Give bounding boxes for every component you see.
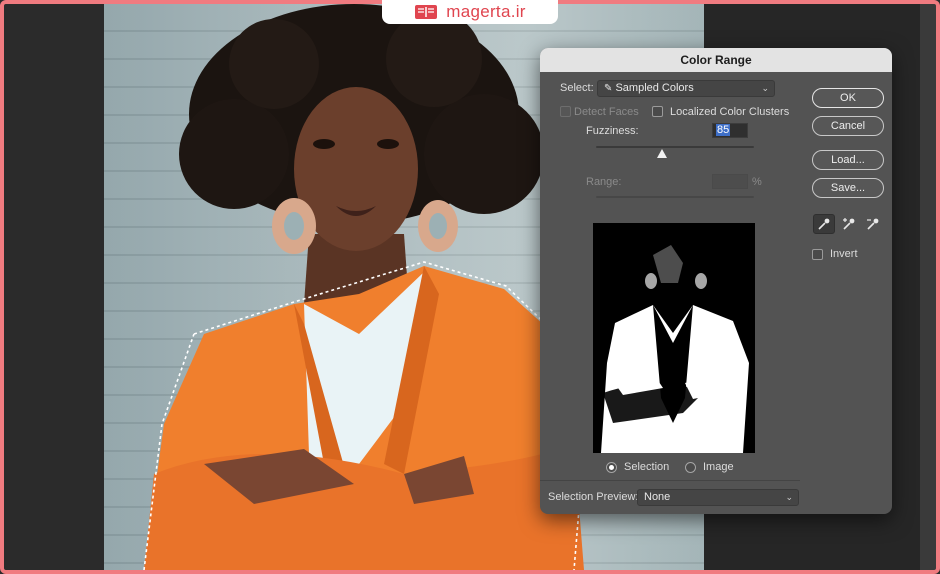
chevron-down-icon: ⌄ xyxy=(761,83,769,93)
panel-scroll-edge xyxy=(920,4,936,570)
selection-mask xyxy=(601,245,749,453)
fuzziness-slider-thumb[interactable] xyxy=(657,149,668,158)
radio-selection-label: Selection xyxy=(624,461,670,473)
dialog-title: Color Range xyxy=(680,53,752,67)
fuzziness-label: Fuzziness: xyxy=(586,125,639,137)
detect-faces-label: Detect Faces xyxy=(574,106,639,118)
radio-selection[interactable] xyxy=(606,462,617,473)
cancel-button[interactable]: Cancel xyxy=(812,116,884,136)
eyedropper-plus-icon xyxy=(843,218,855,230)
selection-preview-dropdown[interactable]: None ⌄ xyxy=(637,489,799,506)
select-label: Select: xyxy=(560,82,594,94)
range-label: Range: xyxy=(586,176,622,188)
selection-preview-value: None xyxy=(644,491,671,503)
range-slider-track[interactable] xyxy=(596,196,754,198)
detect-faces-checkbox[interactable] xyxy=(560,106,571,117)
selection-preview-image xyxy=(593,223,755,453)
watermark-text: magerta.ir xyxy=(446,2,526,21)
save-button[interactable]: Save... xyxy=(812,178,884,198)
eyedropper-icon xyxy=(818,218,830,230)
dialog-title-bar[interactable]: Color Range xyxy=(540,48,892,72)
eyedropper-small-icon: ✎ xyxy=(604,83,613,94)
color-range-dialog: Color Range Select: ✎ Sampled Colors ⌄ D… xyxy=(540,48,892,514)
fuzziness-slider-track[interactable] xyxy=(596,146,754,148)
range-input[interactable] xyxy=(712,174,748,189)
select-dropdown[interactable]: ✎ Sampled Colors ⌄ xyxy=(597,80,775,97)
ok-button[interactable]: OK xyxy=(812,88,884,108)
eyedropper-plus-tool[interactable] xyxy=(838,214,860,234)
localized-color-clusters-checkbox[interactable] xyxy=(652,106,663,117)
eyedropper-minus-icon xyxy=(867,218,879,230)
watermark-banner: magerta.ir xyxy=(382,0,558,24)
select-value: Sampled Colors xyxy=(615,82,694,94)
localized-color-clusters-label: Localized Color Clusters xyxy=(670,106,790,118)
radio-image[interactable] xyxy=(685,462,696,473)
selection-preview-label: Selection Preview: xyxy=(548,491,639,503)
load-button[interactable]: Load... xyxy=(812,150,884,170)
eyedropper-tool[interactable] xyxy=(813,214,835,234)
invert-checkbox[interactable] xyxy=(812,249,823,260)
invert-label: Invert xyxy=(830,248,858,260)
fuzziness-input[interactable]: 85 xyxy=(712,123,748,138)
range-unit: % xyxy=(752,176,762,188)
book-logo-icon xyxy=(415,5,438,19)
eyedropper-minus-tool[interactable] xyxy=(862,214,884,234)
divider xyxy=(540,480,800,481)
fuzziness-value: 85 xyxy=(716,124,731,136)
radio-image-label: Image xyxy=(703,461,734,473)
chevron-down-icon: ⌄ xyxy=(785,492,793,502)
